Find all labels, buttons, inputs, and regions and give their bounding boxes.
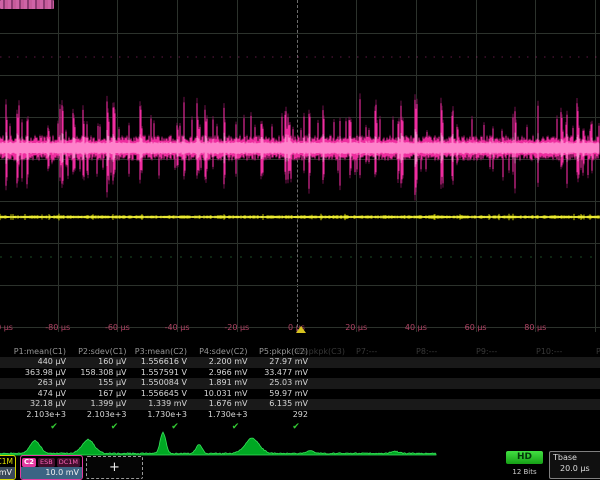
channel-c2-descriptor[interactable]: C2 ESB DC1M 10.0 mV [20, 455, 83, 480]
c1-scale-value: 0 mV [0, 467, 15, 479]
stat-value: 1.339 mV [127, 399, 187, 408]
stat-value: 33.477 mV [248, 368, 308, 377]
stat-value: 2.200 mV [188, 357, 248, 366]
stat-value: 474 µV [6, 389, 66, 398]
param-header-4[interactable]: P4:sdev(C2) [188, 347, 248, 356]
stat-value: 1.730e+3 [188, 410, 248, 419]
param-header-inactive[interactable]: P9:--- [476, 347, 497, 356]
stat-value: 27.97 mV [248, 357, 308, 366]
stat-value: 263 µV [6, 378, 66, 387]
param-header-inactive[interactable]: P7:--- [356, 347, 377, 356]
stat-value: 10.031 mV [188, 389, 248, 398]
timebase-value: 20.0 µs [550, 462, 600, 473]
stat-value: 59.97 mV [248, 389, 308, 398]
stat-value: 155 µV [67, 378, 127, 387]
oscilloscope-screen: -100 µs-80 µs-60 µs-40 µs-20 µs0 µs20 µs… [0, 0, 600, 480]
stat-value: 32.18 µV [6, 399, 66, 408]
status-check-icon: ✔ [226, 422, 246, 432]
hd-bits-label: 12 Bits [506, 468, 543, 476]
measurement-table: P1:mean(C1)P2:sdev(C1)P3:mean(C2)P4:sdev… [0, 346, 600, 432]
param-header-inactive[interactable]: P11 [596, 347, 600, 356]
stat-value: 6.135 mV [248, 399, 308, 408]
stat-value: 363.98 µV [6, 368, 66, 377]
status-check-icon: ✔ [286, 422, 306, 432]
stat-value: 1.556645 V [127, 389, 187, 398]
param-header-inactive[interactable]: P6:pkpk(C3) [296, 347, 345, 356]
param-header-3[interactable]: P3:mean(C2) [127, 347, 187, 356]
c2-coupling-badge: DC1M [57, 458, 80, 467]
stat-value: 1.550084 V [127, 378, 187, 387]
status-check-icon: ✔ [165, 422, 185, 432]
stat-value: 1.557591 V [127, 368, 187, 377]
param-header-2[interactable]: P2:sdev(C1) [67, 347, 127, 356]
channel-c1-descriptor[interactable]: DC1M 0 mV [0, 455, 16, 480]
stat-value: 1.891 mV [188, 378, 248, 387]
status-check-icon: ✔ [105, 422, 125, 432]
stat-value: 160 µV [67, 357, 127, 366]
add-trace-button[interactable]: + [86, 456, 143, 479]
stat-value: 1.399 µV [67, 399, 127, 408]
stat-value: 1.556616 V [127, 357, 187, 366]
stat-value: 158.308 µV [67, 368, 127, 377]
c2-scale-value: 10.0 mV [21, 467, 82, 479]
stat-value: 2.966 mV [188, 368, 248, 377]
param-header-1[interactable]: P1:mean(C1) [6, 347, 66, 356]
stat-value: 2.103e+3 [6, 410, 66, 419]
stat-value: 1.730e+3 [127, 410, 187, 419]
hd-mode-badge[interactable]: HD [506, 451, 543, 464]
c2-esb-badge: ESB [38, 458, 55, 467]
param-header-inactive[interactable]: P8:--- [416, 347, 437, 356]
stat-value: 2.103e+3 [67, 410, 127, 419]
stat-value: 1.676 mV [188, 399, 248, 408]
param-header-inactive[interactable]: P10:--- [536, 347, 562, 356]
status-check-icon: ✔ [44, 422, 64, 432]
timebase-descriptor[interactable]: Tbase 20.0 µs [549, 451, 600, 479]
stat-value: 440 µV [6, 357, 66, 366]
stat-value: 292 [248, 410, 308, 419]
stat-value: 167 µV [67, 389, 127, 398]
c1-coupling-label: DC1M [0, 456, 15, 467]
stat-value: 25.03 mV [248, 378, 308, 387]
timebase-label: Tbase [550, 452, 600, 462]
c2-label-badge: C2 [22, 458, 36, 467]
